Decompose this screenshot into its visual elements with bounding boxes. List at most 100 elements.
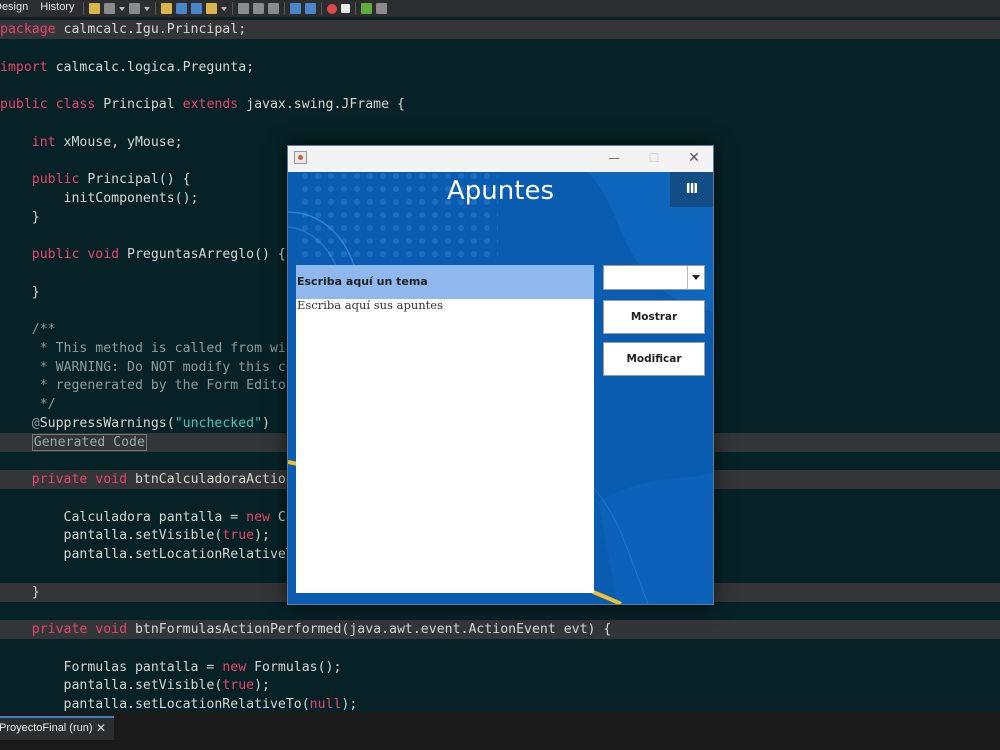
topic-input[interactable]: Escriba aquí un tema: [296, 265, 594, 299]
minimize-button[interactable]: —: [594, 146, 634, 172]
code-token: }: [0, 209, 40, 225]
code-line[interactable]: public class Principal extends javax.swi…: [0, 95, 1000, 114]
code-token: javax.swing.JFrame {: [238, 97, 405, 112]
ide-toolbar: Design History: [0, 0, 1000, 18]
close-icon[interactable]: ✕: [96, 718, 106, 738]
design-tab[interactable]: Design: [0, 0, 34, 17]
code-token: xMouse, yMouse;: [55, 134, 183, 150]
code-token: /**: [0, 322, 56, 337]
code-token: import: [0, 59, 48, 75]
code-token: private void: [31, 472, 128, 487]
code-token: null: [309, 697, 342, 712]
next-bookmark-icon[interactable]: [268, 3, 280, 14]
code-token: public class: [0, 97, 96, 112]
code-token: }: [0, 284, 40, 300]
code-token: Formulas();: [246, 659, 342, 675]
back-dropdown-icon[interactable]: [119, 6, 126, 11]
page-title: Apuntes: [447, 176, 554, 206]
record-macro-icon[interactable]: [327, 3, 338, 14]
topics-combobox[interactable]: [603, 265, 705, 290]
code-line[interactable]: private void btnFormulasActionPerformed(…: [0, 620, 1000, 639]
toggle-highlight-icon[interactable]: [206, 3, 218, 14]
history-tab[interactable]: History: [34, 0, 80, 17]
code-token: Calculadora pantalla =: [0, 509, 247, 525]
find-next-icon[interactable]: [191, 3, 203, 14]
toolbar-separator: [155, 2, 157, 15]
code-line[interactable]: package calmcalc.Igu.Principal;: [0, 20, 1000, 39]
shift-left-icon[interactable]: [290, 3, 302, 14]
comment-icon[interactable]: [361, 3, 373, 14]
forward-dropdown-icon[interactable]: [144, 6, 151, 11]
find-icon[interactable]: [161, 3, 173, 14]
previous-bookmark-icon[interactable]: [253, 3, 265, 14]
back-icon[interactable]: [104, 3, 116, 14]
code-line[interactable]: [0, 639, 1000, 658]
shift-right-icon[interactable]: [305, 3, 317, 14]
output-panel: ProyectoFinal (run) ✕: [0, 712, 1000, 750]
forward-icon[interactable]: [129, 3, 141, 14]
code-token: Formulas pantalla =: [0, 659, 223, 675]
code-line[interactable]: pantalla.setLocationRelativeTo(null);: [0, 695, 1000, 712]
folded-code-block[interactable]: Generated Code: [31, 433, 147, 451]
toolbar-separator: [83, 2, 85, 15]
code-token: SuppressWarnings(: [39, 415, 175, 431]
code-token: */: [0, 397, 56, 412]
code-token: pantalla.setLocationRelativeTo(: [0, 547, 310, 562]
toolbar-separator: [284, 2, 286, 15]
code-token: new: [222, 659, 247, 675]
toggle-bookmark-icon[interactable]: [238, 3, 250, 14]
code-token: @: [0, 415, 40, 431]
code-line[interactable]: [0, 76, 1000, 95]
toolbar-separator: [321, 2, 323, 15]
code-token: );: [341, 697, 358, 712]
code-line[interactable]: [0, 114, 1000, 133]
window-content: Apuntes III Escriba aquí un tema Escriba…: [288, 172, 713, 604]
code-token: public void: [31, 247, 120, 262]
code-token: ): [262, 415, 270, 431]
code-token: package: [0, 22, 56, 37]
code-token: private void: [31, 622, 128, 637]
code-line[interactable]: [0, 39, 1000, 58]
output-tab-label: ProyectoFinal (run): [0, 722, 93, 734]
uncomment-icon[interactable]: [376, 3, 388, 14]
code-token: * regenerated by the Form Editor.: [0, 378, 302, 394]
code-token: btnFormulasActionPerformed(java.awt.even…: [127, 622, 612, 637]
window-titlebar[interactable]: — ☐ ✕: [288, 146, 713, 172]
code-line[interactable]: pantalla.setVisible(true);: [0, 676, 1000, 695]
chevron-down-icon[interactable]: [687, 266, 704, 289]
code-token: pantalla.setVisible(: [0, 678, 223, 694]
stop-macro-icon[interactable]: [341, 4, 351, 13]
find-previous-icon[interactable]: [176, 3, 188, 14]
output-tab[interactable]: ProyectoFinal (run) ✕: [0, 716, 114, 740]
notes-textarea[interactable]: Escriba aquí sus apuntes: [296, 299, 594, 593]
toolbar-separator: [232, 2, 234, 15]
code-token: new: [246, 509, 270, 525]
code-token: pantalla.setLocationRelativeTo(: [0, 697, 310, 712]
code-token: public: [31, 172, 80, 187]
code-token: pantalla.setVisible(: [0, 528, 223, 544]
code-token: int: [31, 134, 56, 150]
code-line[interactable]: Formulas pantalla = new Formulas();: [0, 658, 1000, 677]
code-token: extends: [182, 97, 239, 112]
code-line[interactable]: import calmcalc.logica.Pregunta;: [0, 58, 1000, 77]
code-token: initComponents();: [0, 190, 199, 206]
close-button[interactable]: ✕: [674, 146, 713, 172]
toolbar-separator: [355, 2, 357, 15]
modify-button[interactable]: Modificar: [603, 342, 705, 376]
code-token: Principal: [95, 97, 183, 112]
code-token: calmcalc.Igu.Principal;: [55, 22, 247, 37]
show-button[interactable]: Mostrar: [603, 300, 705, 334]
code-token: );: [254, 528, 270, 544]
maximize-button[interactable]: ☐: [634, 146, 674, 172]
code-token: }: [0, 584, 40, 600]
pointer-icon[interactable]: [221, 6, 228, 11]
code-token: "unchecked": [174, 415, 263, 431]
last-edit-icon[interactable]: [89, 3, 101, 14]
menu-button[interactable]: III: [670, 172, 713, 207]
code-token: PreguntasArreglo() {: [119, 247, 286, 262]
code-token: Principal() {: [79, 172, 191, 187]
